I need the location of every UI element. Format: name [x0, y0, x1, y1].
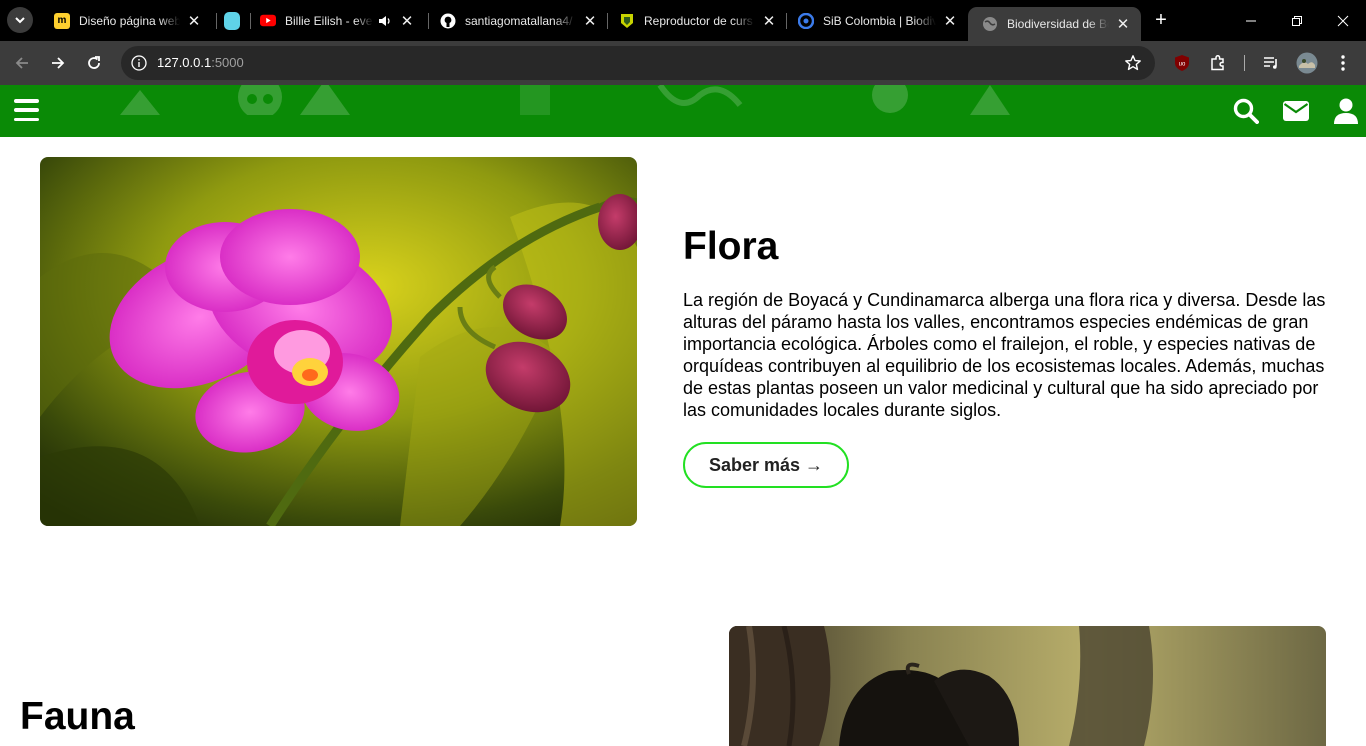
reload-icon [88, 56, 100, 69]
tab-title: Reproductor de curs [644, 13, 753, 28]
tab-search-button[interactable] [7, 7, 33, 33]
fauna-title: Fauna [20, 695, 135, 738]
github-icon [440, 13, 456, 29]
more-vertical-icon [1341, 55, 1345, 71]
browser-tab-bar: m Diseño página web ✕ Billie Eilish - ev… [0, 0, 1366, 41]
fauna-animal-image [729, 626, 1326, 746]
saber-mas-button[interactable]: Saber más → [683, 442, 849, 488]
tab-title: Diseño página web [79, 13, 180, 28]
close-icon[interactable]: ✕ [1115, 16, 1131, 33]
tab-sib[interactable]: SiB Colombia | Biodiv ✕ [784, 0, 968, 41]
header-decoration [872, 85, 1010, 115]
flora-section: Flora La región de Boyacá y Cundinamarca… [683, 227, 1343, 488]
close-icon[interactable]: ✕ [761, 13, 777, 30]
tab-reproductor[interactable]: Reproductor de curs ✕ [605, 0, 787, 41]
ublock-extension-icon[interactable]: uo [1171, 52, 1193, 74]
close-icon[interactable]: ✕ [942, 13, 958, 30]
address-bar[interactable]: 127.0.0.1:5000 [121, 46, 1155, 80]
header-decoration [120, 85, 743, 115]
miro-icon: m [54, 12, 70, 29]
url-port: :5000 [211, 55, 244, 70]
close-icon[interactable]: ✕ [582, 13, 598, 30]
close-icon [1337, 15, 1349, 26]
close-icon[interactable]: ✕ [186, 13, 202, 30]
flora-description: La región de Boyacá y Cundinamarca alber… [683, 290, 1326, 420]
extensions-puzzle-icon[interactable] [1207, 52, 1229, 74]
arrow-left-icon [15, 57, 28, 69]
globe-icon [982, 16, 998, 32]
toolbar-divider [1244, 55, 1245, 71]
course-icon [619, 13, 635, 29]
new-tab-button[interactable]: + [1150, 9, 1172, 31]
close-icon[interactable]: ✕ [399, 13, 415, 30]
minimize-button[interactable] [1228, 0, 1274, 41]
forward-button[interactable] [45, 50, 71, 76]
media-control-icon[interactable] [1260, 52, 1282, 74]
sib-icon [798, 12, 814, 29]
speaker-icon[interactable] [377, 13, 393, 29]
tab-title: Billie Eilish - every [285, 13, 373, 28]
url-text[interactable]: 127.0.0.1:5000 [157, 55, 244, 70]
back-button[interactable] [9, 50, 35, 76]
tab-title: SiB Colombia | Biodiv [823, 13, 936, 28]
browser-toolbar: 127.0.0.1:5000 uo [0, 41, 1366, 85]
tab-biodiversidad-active[interactable]: Biodiversidad de Boy ✕ [968, 7, 1141, 41]
tab-github[interactable]: santiagomatallana4/ ✕ [426, 0, 608, 41]
app-icon [224, 11, 240, 30]
mail-icon[interactable] [1282, 97, 1310, 125]
reload-button[interactable] [81, 50, 107, 76]
arrow-right-icon [52, 57, 65, 69]
browser-menu-button[interactable] [1332, 52, 1354, 74]
tab-youtube[interactable]: Billie Eilish - every ✕ [246, 0, 430, 41]
profile-avatar[interactable] [1296, 52, 1318, 74]
minimize-icon [1246, 20, 1256, 21]
tab-title: santiagomatallana4/ [465, 13, 573, 28]
url-host: 127.0.0.1 [157, 55, 212, 70]
tab-title: Biodiversidad de Boy [1007, 17, 1109, 31]
chevron-down-icon [15, 17, 25, 24]
site-header [0, 85, 1366, 137]
site-info-icon[interactable] [129, 53, 149, 73]
user-icon[interactable] [1332, 97, 1360, 125]
youtube-icon [260, 13, 276, 29]
svg-text:uo: uo [1179, 62, 1186, 68]
restore-icon [1292, 15, 1302, 26]
search-icon[interactable] [1232, 97, 1260, 125]
close-window-button[interactable] [1320, 0, 1366, 41]
flora-orchid-image [40, 157, 637, 526]
restore-button[interactable] [1274, 0, 1320, 41]
hamburger-menu-icon[interactable] [14, 99, 39, 121]
flora-title: Flora [683, 225, 779, 268]
bookmark-star-icon[interactable] [1123, 53, 1143, 73]
tab-diseno[interactable]: m Diseño página web ✕ [40, 0, 212, 41]
page-content: Flora La región de Boyacá y Cundinamarca… [0, 137, 1366, 746]
